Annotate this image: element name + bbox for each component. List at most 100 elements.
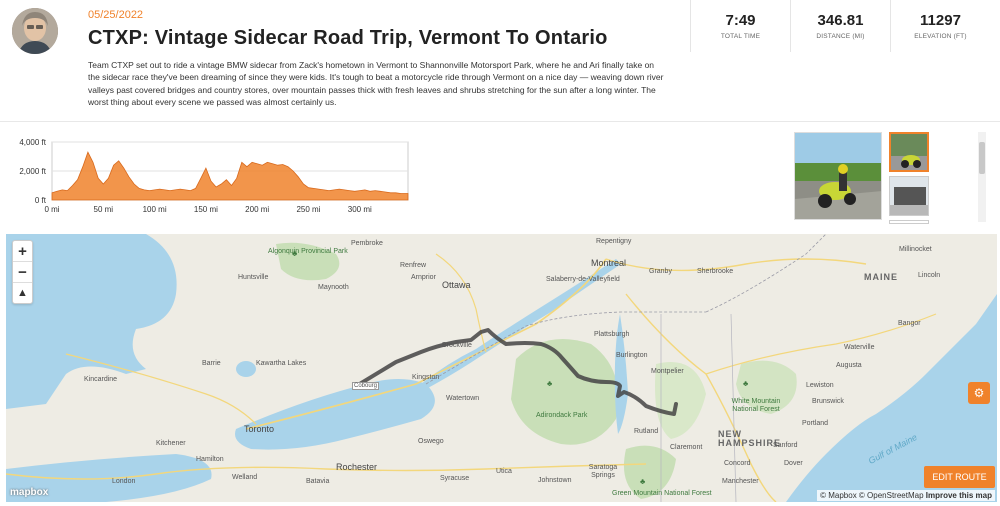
map-label: Lincoln <box>918 272 941 279</box>
map-label: Hamilton <box>196 456 224 463</box>
svg-text:♣: ♣ <box>640 477 646 486</box>
svg-text:♣: ♣ <box>743 379 749 388</box>
stat-value: 11297 <box>920 12 961 29</box>
attribution-osm-link[interactable]: © OpenStreetMap <box>859 491 924 500</box>
map-label: Pembroke <box>351 240 383 247</box>
map-attribution: © Mapbox © OpenStreetMap Improve this ma… <box>817 490 995 501</box>
map-label: Bangor <box>898 320 921 327</box>
map-label: Syracuse <box>440 475 470 482</box>
map-label: White Mountain National Forest <box>731 398 781 413</box>
attribution-mapbox-link[interactable]: © Mapbox <box>820 491 857 500</box>
map-label: Adirondack Park <box>536 412 588 419</box>
sliders-icon: ⚙ <box>973 386 985 400</box>
map-label: Sherbrooke <box>697 268 734 275</box>
map-label: Waterville <box>844 344 875 351</box>
stat-label: ELEVATION (FT) <box>914 33 967 40</box>
edit-route-button[interactable]: EDIT ROUTE <box>924 466 995 488</box>
map-label: Barrie <box>202 360 221 367</box>
mapbox-logo[interactable]: mapbox <box>10 487 48 498</box>
svg-text:♣: ♣ <box>547 379 553 388</box>
ride-stats: 7:49 TOTAL TIME 346.81 DISTANCE (MI) 112… <box>690 0 1000 52</box>
map-label: Granby <box>649 268 672 275</box>
map-label: Kitchener <box>156 440 186 447</box>
x-tick-label: 300 mi <box>348 205 372 214</box>
elevation-chart-svg: 4,000 ft 2,000 ft 0 ft0 mi 50 mi 100 mi 150 m… <box>19 138 409 214</box>
map-label: Watertown <box>446 395 480 402</box>
avatar[interactable] <box>12 8 58 54</box>
x-tick-label: 50 mi <box>94 205 114 214</box>
x-tick-label: 150 mi <box>194 205 218 214</box>
page-title: CTXP: Vintage Sidecar Road Trip, Vermont… <box>88 27 608 49</box>
map-label: Johnstown <box>538 477 572 484</box>
map-label: Burlington <box>616 352 648 359</box>
ride-description: Team CTXP set out to ride a vintage BMW … <box>88 60 664 108</box>
x-tick-label: 250 mi <box>296 205 320 214</box>
map-label: Rochester <box>336 462 378 472</box>
map-label: Montpelier <box>651 368 684 375</box>
map-label: Sanford <box>773 442 798 449</box>
map-label: Dover <box>784 460 803 467</box>
zoom-controls: + − ▲ <box>12 240 33 304</box>
map-label: Rutland <box>634 428 659 435</box>
map-label: Algonquin Provincial Park <box>268 248 348 255</box>
map-label: Lewiston <box>806 382 834 389</box>
map-label: Arnprior <box>411 274 436 281</box>
route-map[interactable]: ♣ ♣ ♣ ♣ Algonquin Provincial Park Pembro… <box>6 234 997 502</box>
photo-thumb[interactable] <box>889 176 929 216</box>
gallery-scrollbar[interactable] <box>978 132 986 222</box>
map-label: Ottawa <box>442 280 471 290</box>
elevation-area[interactable] <box>51 151 409 201</box>
map-label: Kingston <box>412 374 440 381</box>
elevation-chart[interactable]: 4,000 ft 2,000 ft 0 ft 0 mi 50 mi 100 mi 150 m… <box>0 130 420 230</box>
map-label: Oswego <box>418 438 444 445</box>
stat-value: 346.81 <box>817 12 864 29</box>
map-label: Portland <box>802 420 829 427</box>
x-tick-label: 0 mi <box>44 205 59 214</box>
map-label: Brunswick <box>812 398 844 405</box>
zoom-in-button[interactable]: + <box>13 241 32 262</box>
map-label: Cobourg <box>352 382 380 390</box>
stat-value: 7:49 <box>725 12 756 29</box>
map-label: Renfrew <box>400 262 427 269</box>
map-label: Millinocket <box>899 246 932 253</box>
zoom-out-button[interactable]: − <box>13 262 32 283</box>
photo-gallery <box>794 132 934 224</box>
map-label: Utica <box>496 468 512 475</box>
photo-thumb[interactable] <box>889 132 929 172</box>
map-label: Kawartha Lakes <box>256 360 307 367</box>
y-tick-label: 2,000 ft <box>19 167 46 176</box>
y-tick-label: 4,000 ft <box>19 138 46 147</box>
compass-button[interactable]: ▲ <box>13 283 32 304</box>
map-settings-button[interactable]: ⚙ <box>968 382 990 404</box>
map-label: Kincardine <box>84 376 118 383</box>
stat-label: TOTAL TIME <box>720 33 761 40</box>
stat-label: DISTANCE (MI) <box>816 33 865 40</box>
map-label: Claremont <box>670 444 703 451</box>
map-label: Saratoga Springs <box>588 464 618 479</box>
x-tick-label: 200 mi <box>245 205 269 214</box>
x-tick-label: 100 mi <box>143 205 167 214</box>
map-label: MAINE <box>864 272 898 282</box>
map-label: Salaberry-de-Valleyfield <box>546 276 620 283</box>
map-label: Batavia <box>306 478 330 485</box>
stat-elevation: 11297 ELEVATION (FT) <box>890 0 990 52</box>
stat-total-time: 7:49 TOTAL TIME <box>690 0 790 52</box>
map-label: Brockville <box>442 342 472 349</box>
y-tick-label: 0 ft <box>35 196 47 205</box>
map-label: Concord <box>724 460 751 467</box>
map-label: Manchester <box>722 478 759 485</box>
map-label: London <box>112 478 136 485</box>
scrollbar-thumb[interactable] <box>979 142 985 174</box>
improve-map-link[interactable]: Improve this map <box>926 491 992 500</box>
photo-main[interactable] <box>794 132 882 220</box>
stat-distance: 346.81 DISTANCE (MI) <box>790 0 890 52</box>
map-label: Green Mountain National Forest <box>612 490 712 497</box>
ride-header: 05/25/2022 CTXP: Vintage Sidecar Road Tr… <box>0 0 1000 125</box>
photo-thumb[interactable] <box>889 220 929 224</box>
map-label: Welland <box>232 474 258 481</box>
map-label: Toronto <box>244 424 275 434</box>
divider <box>0 121 1000 122</box>
map-label: Huntsville <box>238 274 269 281</box>
ride-date: 05/25/2022 <box>88 9 144 21</box>
map-label: Augusta <box>836 362 862 369</box>
